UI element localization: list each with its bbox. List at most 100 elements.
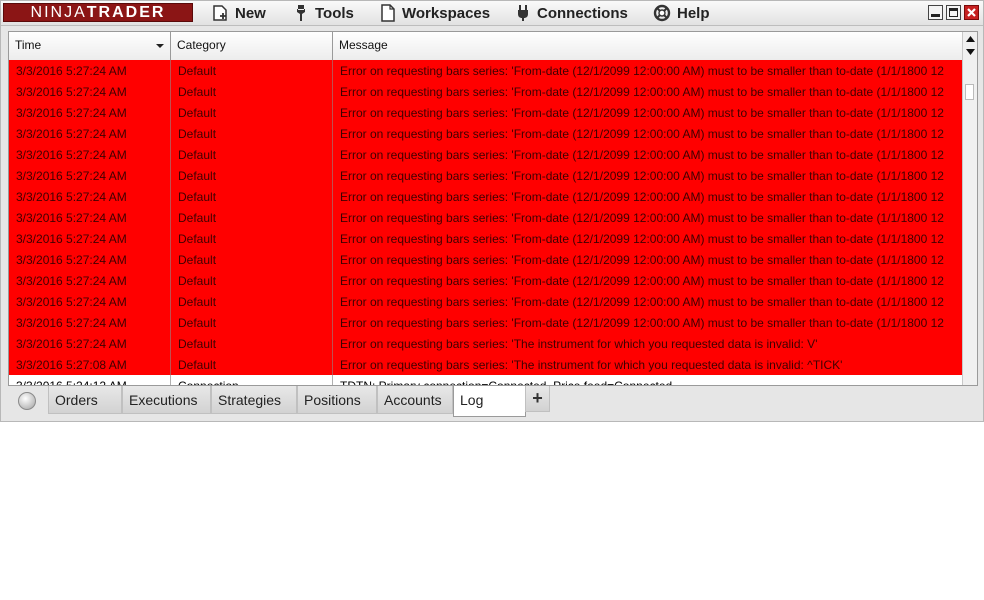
log-cell-category: Default (171, 333, 333, 354)
scrollbar-thumb[interactable] (965, 84, 974, 100)
log-row[interactable]: 3/3/2016 5:27:24 AM Default Error on reque… (9, 333, 964, 354)
log-cell-message: Error on requesting bars series: 'From-d… (340, 190, 944, 204)
log-row[interactable]: 3/3/2016 5:27:24 AM Default Error on reque… (9, 312, 964, 333)
menu-new[interactable]: New (211, 1, 266, 25)
log-row[interactable]: 3/3/2016 5:27:24 AM Default Error on reque… (9, 228, 964, 249)
minimize-icon[interactable] (928, 5, 943, 20)
log-cell-time: 3/3/2016 5:27:24 AM (9, 165, 171, 186)
menu-tools[interactable]: Tools (293, 1, 354, 25)
log-cell-time: 3/3/2016 5:27:24 AM (9, 207, 171, 228)
log-cell-message: Error on requesting bars series: 'From-d… (340, 253, 944, 267)
column-header-message[interactable]: Message (333, 32, 964, 60)
tab-accounts[interactable]: Accounts (377, 386, 453, 414)
close-icon[interactable] (964, 5, 979, 20)
log-cell-time: 3/3/2016 5:27:24 AM (9, 333, 171, 354)
log-cell-message: Error on requesting bars series: 'From-d… (340, 106, 944, 120)
log-cell-time: 3/3/2016 5:27:24 AM (9, 102, 171, 123)
sort-descending-icon (156, 44, 164, 48)
log-cell-time: 3/3/2016 5:27:24 AM (9, 81, 171, 102)
lifebuoy-icon (653, 4, 671, 22)
menu-connections-label: Connections (537, 4, 628, 22)
log-cell-category: Default (171, 60, 333, 81)
tab-accounts-label: Accounts (384, 392, 442, 408)
log-cell-category: Default (171, 291, 333, 312)
menu-workspaces-label: Workspaces (402, 4, 491, 22)
log-cell-category: Default (171, 102, 333, 123)
tab-positions[interactable]: Positions (297, 386, 377, 414)
log-row[interactable]: 3/3/2016 5:27:24 AM Default Error on reque… (9, 165, 964, 186)
connection-status-indicator (18, 392, 36, 410)
log-row[interactable]: 3/3/2016 5:27:24 AM Default Error on reque… (9, 102, 964, 123)
log-cell-time: 3/3/2016 5:27:24 AM (9, 270, 171, 291)
new-document-icon (211, 4, 229, 22)
logo-text-ninja: NINJA (30, 3, 87, 21)
document-icon (380, 4, 396, 22)
log-cell-category: Default (171, 228, 333, 249)
column-header-time-label: Time (15, 38, 42, 52)
scroll-up-arrow-icon[interactable] (963, 33, 977, 45)
vertical-scrollbar[interactable] (962, 32, 977, 385)
plug-icon (515, 4, 531, 22)
log-cell-time: 3/3/2016 5:27:24 AM (9, 60, 171, 81)
ninjatrader-control-center: NINJA TRADER New Tools Workspaces Connect… (0, 0, 984, 422)
tab-executions-label: Executions (129, 392, 198, 408)
window-controls (928, 5, 979, 20)
tab-orders-label: Orders (55, 392, 98, 408)
column-header-time[interactable]: Time (9, 32, 171, 60)
log-row[interactable]: 3/3/2016 5:27:24 AM Default Error on reque… (9, 249, 964, 270)
scroll-down-arrow-icon[interactable] (963, 46, 977, 58)
bottom-tab-bar: Orders Executions Strategies Positions A… (8, 386, 978, 418)
log-row[interactable]: 3/3/2016 5:27:24 AM Default Error on reque… (9, 186, 964, 207)
wrench-icon (293, 4, 309, 22)
tab-positions-label: Positions (304, 392, 361, 408)
log-cell-time: 3/3/2016 5:27:24 AM (9, 228, 171, 249)
log-row[interactable]: 3/3/2016 5:27:24 AM Default Error on reque… (9, 207, 964, 228)
log-row[interactable]: 3/3/2016 5:27:24 AM Default Error on reque… (9, 270, 964, 291)
log-cell-message: Error on requesting bars series: 'From-d… (340, 64, 944, 78)
log-rows: 3/3/2016 5:27:24 AM Default Error on reque… (9, 60, 964, 386)
menu-new-label: New (235, 4, 266, 22)
log-cell-message: Error on requesting bars series: 'The in… (340, 358, 843, 372)
log-cell-category: Default (171, 123, 333, 144)
log-cell-category: Default (171, 270, 333, 291)
menu-help-label: Help (677, 4, 710, 22)
column-header-message-label: Message (339, 38, 388, 52)
menu-help[interactable]: Help (653, 1, 710, 25)
add-tab-button[interactable]: + (525, 386, 550, 412)
column-header-category[interactable]: Category (171, 32, 333, 60)
log-row[interactable]: 3/3/2016 5:27:24 AM Default Error on reque… (9, 144, 964, 165)
menu-tools-label: Tools (315, 4, 354, 22)
log-cell-time: 3/3/2016 5:27:24 AM (9, 291, 171, 312)
log-cell-category: Default (171, 249, 333, 270)
log-row[interactable]: 3/3/2016 5:24:12 AM Connection TDTN: Prima… (9, 375, 964, 386)
log-row[interactable]: 3/3/2016 5:27:24 AM Default Error on reque… (9, 81, 964, 102)
logo-text-trader: TRADER (86, 3, 166, 21)
log-cell-message: Error on requesting bars series: 'From-d… (340, 295, 944, 309)
log-cell-category: Default (171, 207, 333, 228)
tab-orders[interactable]: Orders (48, 386, 122, 414)
log-cell-message: Error on requesting bars series: 'From-d… (340, 127, 944, 141)
log-grid: Time Category Message 3/3/2016 5:27:24 A… (8, 31, 978, 386)
log-cell-message: Error on requesting bars series: 'From-d… (340, 232, 944, 246)
log-cell-message: TDTN: Primary connection=Connected, Pric… (340, 379, 673, 386)
log-cell-message: Error on requesting bars series: 'From-d… (340, 148, 944, 162)
ninjatrader-logo: NINJA TRADER (3, 3, 193, 22)
log-cell-category: Default (171, 186, 333, 207)
log-row[interactable]: 3/3/2016 5:27:24 AM Default Error on reque… (9, 60, 964, 81)
tab-strategies[interactable]: Strategies (211, 386, 297, 414)
log-cell-time: 3/3/2016 5:27:24 AM (9, 312, 171, 333)
log-cell-time: 3/3/2016 5:27:08 AM (9, 354, 171, 375)
log-cell-category: Connection (171, 375, 333, 385)
tab-log[interactable]: Log (453, 386, 526, 417)
log-cell-category: Default (171, 312, 333, 333)
log-cell-message: Error on requesting bars series: 'From-d… (340, 274, 944, 288)
menu-bar: NINJA TRADER New Tools Workspaces Connect… (1, 1, 983, 26)
menu-connections[interactable]: Connections (515, 1, 628, 25)
log-row[interactable]: 3/3/2016 5:27:24 AM Default Error on reque… (9, 123, 964, 144)
log-row[interactable]: 3/3/2016 5:27:24 AM Default Error on reque… (9, 291, 964, 312)
menu-workspaces[interactable]: Workspaces (380, 1, 490, 25)
column-header-category-label: Category (177, 38, 226, 52)
log-row[interactable]: 3/3/2016 5:27:08 AM Default Error on reque… (9, 354, 964, 375)
tab-executions[interactable]: Executions (122, 386, 211, 414)
maximize-icon[interactable] (946, 5, 961, 20)
